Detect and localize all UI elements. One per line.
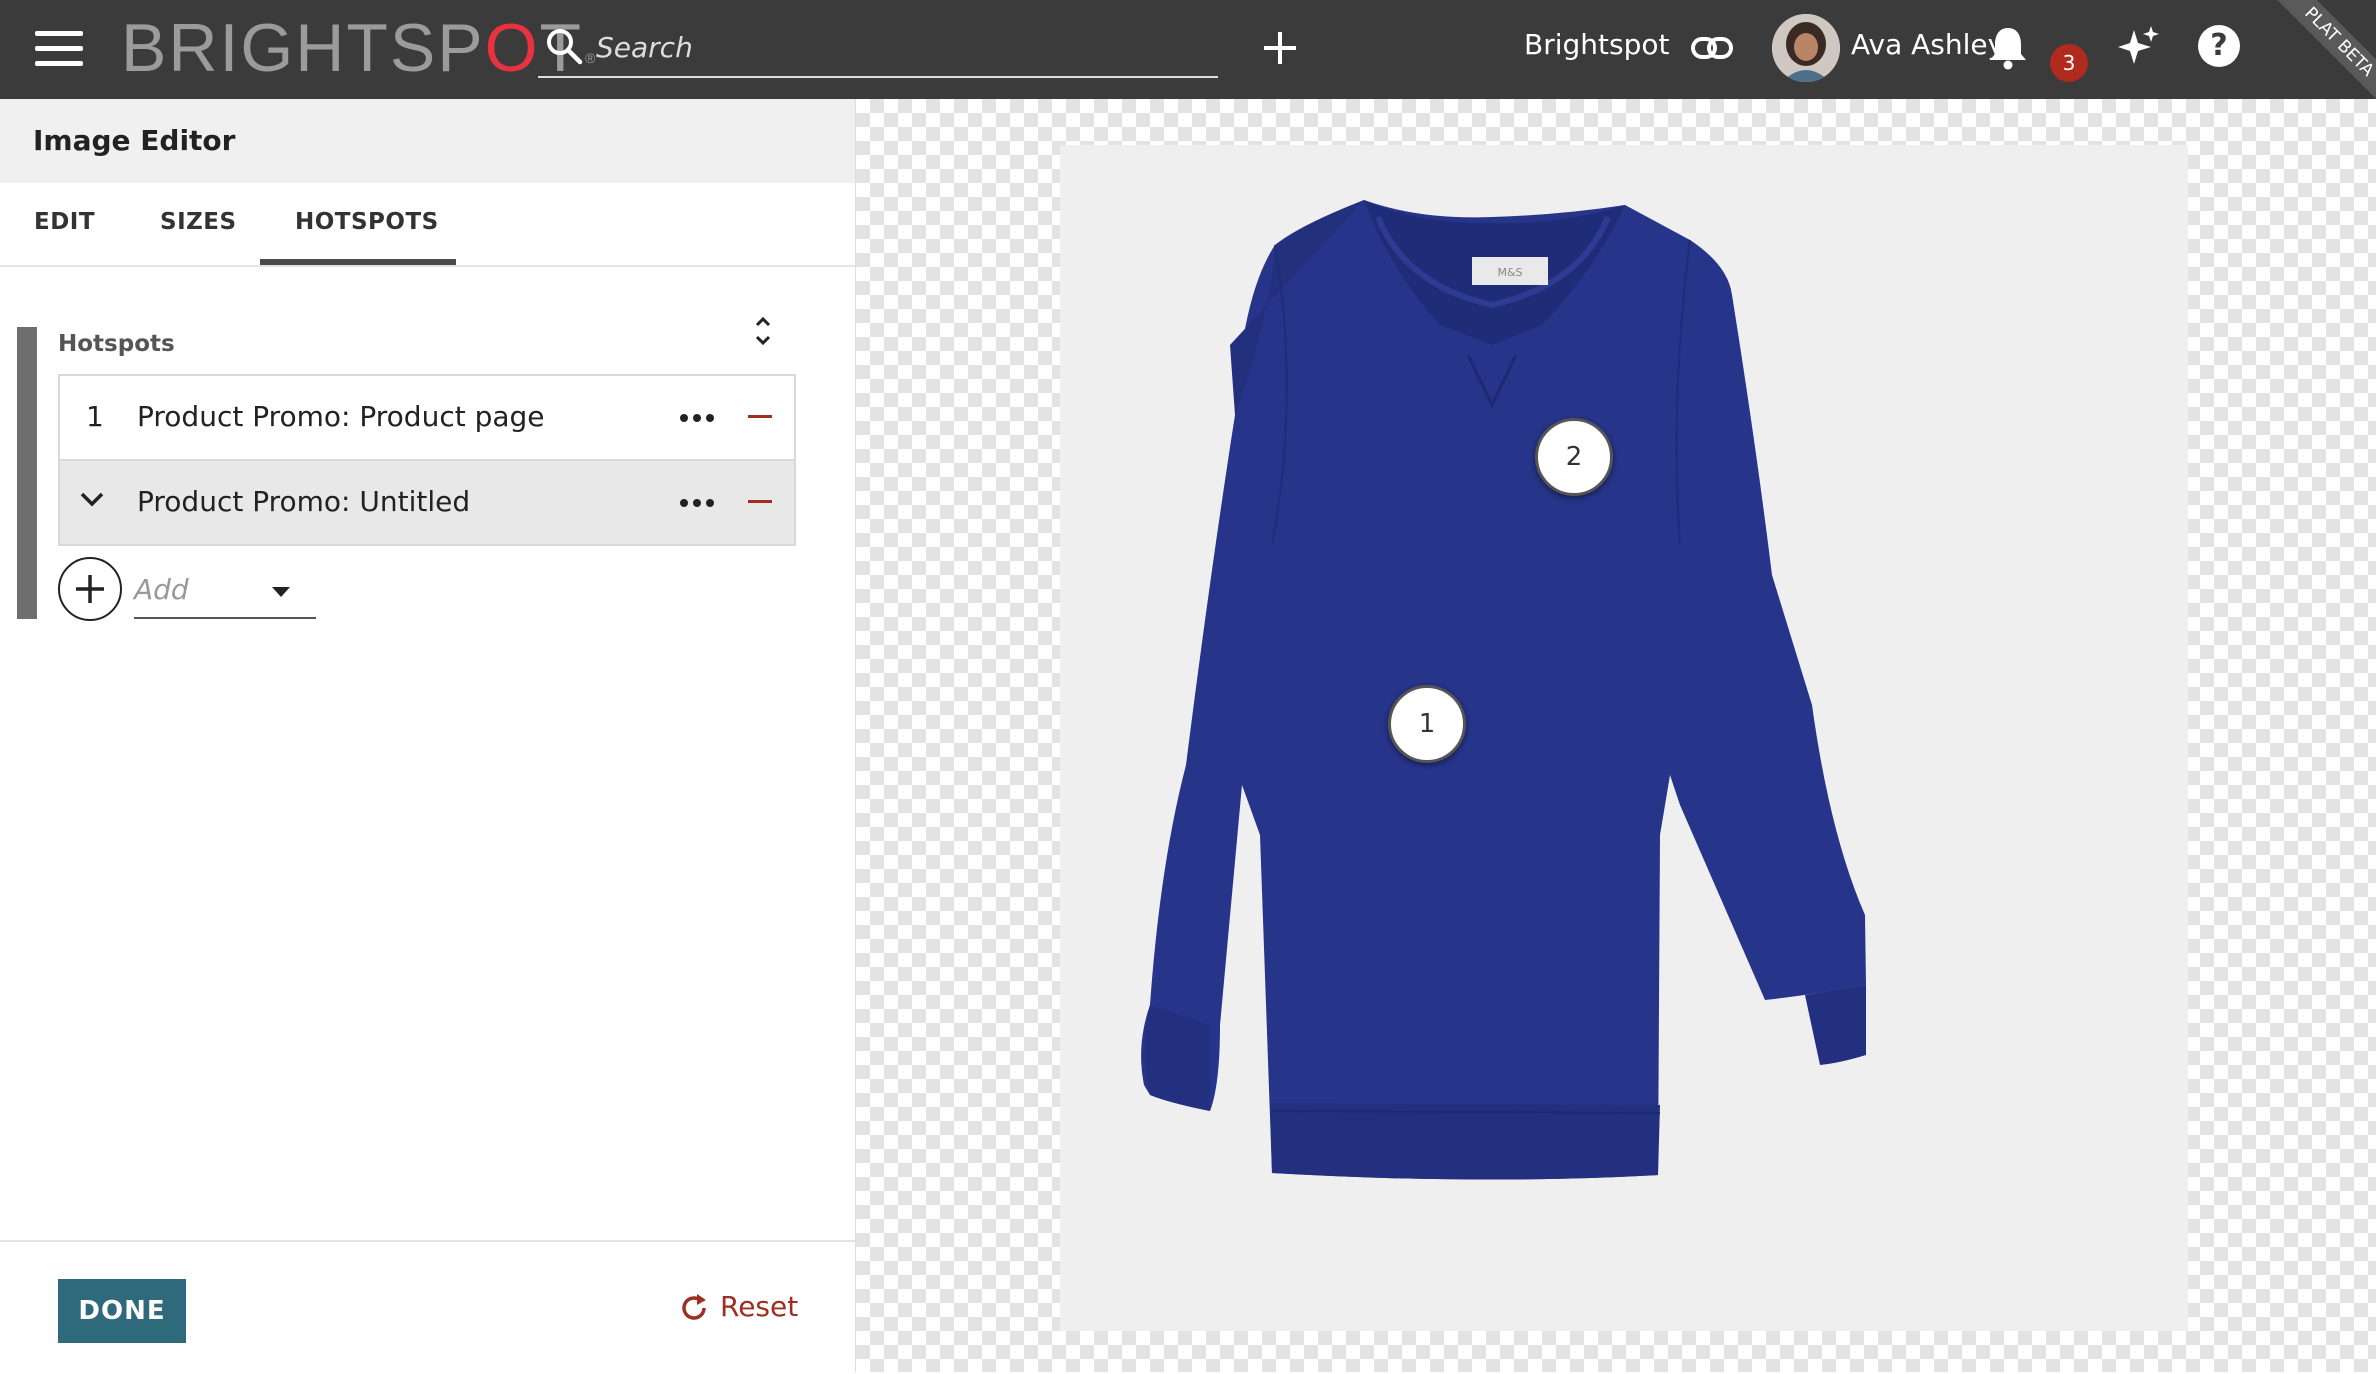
tab-edit[interactable]: EDIT xyxy=(34,209,95,235)
search-bar xyxy=(538,20,1218,78)
hotspot-label: Product Promo: Untitled xyxy=(137,485,471,518)
product-image[interactable]: M&S 1 2 xyxy=(1060,145,2188,1331)
garment-label-tag: M&S xyxy=(1497,266,1522,279)
panel-title: Image Editor xyxy=(33,124,236,157)
hotspot-marker[interactable]: 2 xyxy=(1535,418,1613,496)
add-hotspot-button[interactable] xyxy=(58,557,122,621)
link-icon[interactable] xyxy=(1690,30,1734,66)
tab-sizes[interactable]: SIZES xyxy=(160,209,237,235)
user-avatar[interactable] xyxy=(1772,14,1840,82)
remove-hotspot-icon[interactable] xyxy=(746,485,776,519)
top-navigation-bar: BRIGHTSPOT® Brightspot Ava Ashley 3 ? xyxy=(0,0,2376,99)
hotspots-section-bar xyxy=(17,327,37,619)
user-name[interactable]: Ava Ashley xyxy=(1851,28,2004,61)
ai-sparkle-icon[interactable] xyxy=(2116,24,2162,70)
hamburger-menu-icon[interactable] xyxy=(35,31,83,67)
tab-hotspots[interactable]: HOTSPOTS xyxy=(295,209,439,235)
chevron-down-icon[interactable] xyxy=(78,489,106,511)
more-options-icon[interactable] xyxy=(678,402,718,432)
search-icon[interactable] xyxy=(544,26,584,66)
done-button[interactable]: DONE xyxy=(58,1279,186,1343)
hotspot-row[interactable]: 1 Product Promo: Product page xyxy=(60,376,794,459)
panel-header: Image Editor xyxy=(0,99,855,183)
add-type-select[interactable]: Add xyxy=(134,569,316,619)
notification-bell-icon[interactable] xyxy=(1986,24,2030,72)
plat-beta-ribbon: PLAT BETA xyxy=(2260,0,2376,99)
ribbon-label: PLAT BETA xyxy=(2268,0,2376,99)
editor-tabs: EDIT SIZES HOTSPOTS xyxy=(0,183,855,267)
help-icon[interactable]: ? xyxy=(2198,25,2240,67)
notification-count-badge: 3 xyxy=(2050,44,2088,82)
reset-icon xyxy=(682,1294,706,1320)
remove-hotspot-icon[interactable] xyxy=(746,400,776,434)
image-editor-panel: Image Editor EDIT SIZES HOTSPOTS Hotspot… xyxy=(0,99,856,1372)
add-placeholder: Add xyxy=(134,573,189,606)
plus-icon xyxy=(76,575,104,603)
search-input[interactable] xyxy=(594,24,1198,70)
more-options-icon[interactable] xyxy=(678,487,718,517)
hotspot-list: 1 Product Promo: Product page Product Pr… xyxy=(58,374,796,546)
dropdown-caret-icon xyxy=(272,587,290,597)
hotspots-label: Hotspots xyxy=(58,331,175,357)
brightspot-logo[interactable]: BRIGHTSPOT ® xyxy=(121,8,597,88)
hotspot-index: 1 xyxy=(86,400,104,433)
hotspot-marker[interactable]: 1 xyxy=(1388,685,1466,763)
hotspot-row[interactable]: Product Promo: Untitled xyxy=(60,459,794,544)
panel-footer: DONE Reset xyxy=(0,1240,855,1374)
site-switcher[interactable]: Brightspot xyxy=(1524,28,1669,61)
collapse-expand-icon[interactable] xyxy=(748,313,778,349)
active-tab-indicator xyxy=(260,259,456,265)
sweatshirt-image: M&S xyxy=(1141,200,1866,1180)
avatar-portrait-icon xyxy=(1772,14,1840,82)
reset-label: Reset xyxy=(720,1290,799,1323)
create-new-icon[interactable] xyxy=(1260,28,1300,68)
hotspot-label: Product Promo: Product page xyxy=(137,400,545,433)
image-canvas[interactable]: M&S 1 2 xyxy=(856,99,2376,1372)
